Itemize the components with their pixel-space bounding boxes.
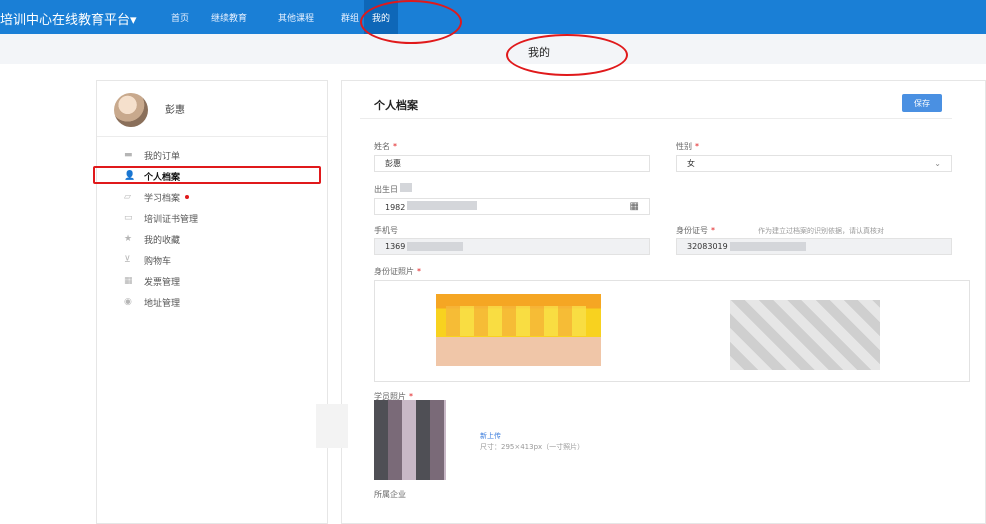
photo-size-hint: 尺寸：295×413px（一寸照片） (480, 443, 585, 451)
section-title: 个人档案 (374, 99, 418, 112)
id-number-label: 身份证号 * (676, 225, 715, 236)
redacted-text (400, 183, 412, 192)
sidebar-item-label: 购物车 (144, 256, 172, 267)
gender-label-text: 性别 (676, 142, 692, 151)
annotation-circle-nav (360, 0, 462, 44)
sidebar-item-invoices[interactable]: ▦ 发票管理 (124, 272, 180, 290)
sidebar-item-favorites[interactable]: ★ 我的收藏 (124, 230, 180, 248)
sidebar-item-study-records[interactable]: ▱ 学习档案 (124, 188, 190, 206)
redacted-text (407, 201, 478, 210)
sidebar-item-cart[interactable]: ⊻ 购物车 (124, 251, 171, 269)
save-button[interactable]: 保存 (902, 94, 942, 112)
location-icon: ◉ (124, 297, 132, 307)
name-label: 姓名 * (374, 141, 397, 152)
id-number-field[interactable]: 32083019 (676, 238, 952, 255)
name-value: 彭惠 (385, 159, 401, 168)
annotation-box-profile (93, 166, 321, 184)
id-card-front-image[interactable] (436, 294, 601, 366)
birth-label: 出生日 (374, 183, 412, 195)
gender-select[interactable]: 女 ⌄ (676, 155, 952, 172)
redacted-text (407, 242, 464, 251)
birth-date-field[interactable]: 1982 ▦ (374, 198, 650, 215)
sidebar-item-addresses[interactable]: ◉ 地址管理 (124, 293, 180, 311)
sidebar-item-orders[interactable]: ▬ 我的订单 (124, 146, 180, 164)
star-icon: ★ (124, 234, 133, 244)
company-label: 所属企业 (374, 490, 406, 499)
gender-value: 女 (687, 159, 695, 168)
avatar[interactable] (114, 93, 148, 127)
id-card-back-image[interactable] (730, 300, 880, 370)
phone-label: 手机号 (374, 225, 398, 236)
sidebar-item-label: 地址管理 (144, 298, 181, 309)
sidebar-item-certificates[interactable]: ▭ 培训证书管理 (124, 209, 198, 227)
top-nav-bar (0, 0, 986, 34)
phone-value: 1369 (385, 242, 406, 251)
sidebar-item-label: 我的收藏 (144, 235, 181, 246)
name-label-text: 姓名 (374, 142, 390, 151)
phone-label-text: 手机号 (374, 226, 398, 235)
id-photo-label-text: 身份证照片 (374, 267, 414, 276)
sidebar-divider (97, 136, 327, 137)
nav-other-courses[interactable]: 其他课程 (270, 0, 322, 34)
sidebar-item-label: 培训证书管理 (144, 214, 199, 225)
username: 彭惠 (165, 105, 185, 116)
redacted-text (729, 242, 806, 251)
order-icon: ▬ (124, 150, 133, 160)
blurred-region (316, 404, 348, 448)
chevron-down-icon: ⌄ (934, 159, 941, 168)
notification-dot (185, 195, 190, 199)
id-number-hint: 作为建立过档案的识别依据，请认真核对 (758, 227, 884, 235)
sidebar-item-label: 我的订单 (144, 151, 181, 162)
sidebar-item-label: 学习档案 (144, 193, 181, 204)
subheader-bar (0, 34, 986, 64)
cart-icon: ⊻ (124, 255, 131, 265)
nav-continuing-education[interactable]: 继续教育 (203, 0, 255, 34)
phone-field[interactable]: 1369 (374, 238, 650, 255)
nav-home[interactable]: 首页 (163, 0, 197, 34)
birth-label-text: 出生日 (374, 185, 398, 194)
upload-link[interactable]: 新上传 (480, 431, 501, 441)
required-mark: * (711, 226, 715, 235)
birth-value: 1982 (385, 203, 406, 212)
required-mark: * (393, 142, 397, 151)
required-mark: * (417, 267, 421, 276)
annotation-circle-title (506, 34, 628, 76)
name-field[interactable]: 彭惠 (374, 155, 650, 172)
invoice-icon: ▦ (124, 276, 133, 286)
id-photo-label: 身份证照片 * (374, 266, 421, 277)
id-number-value: 32083019 (687, 242, 728, 251)
id-label-text: 身份证号 (676, 226, 708, 235)
certificate-icon: ▭ (124, 213, 133, 223)
calendar-icon[interactable]: ▦ (630, 201, 639, 212)
section-divider (360, 118, 952, 119)
gender-label: 性别 * (676, 141, 699, 152)
brand-title[interactable]: 培训中心在线教育平台▾ (0, 9, 137, 28)
sidebar-item-label: 发票管理 (144, 277, 181, 288)
student-photo-image[interactable] (374, 400, 446, 480)
required-mark: * (695, 142, 699, 151)
study-icon: ▱ (124, 192, 131, 202)
